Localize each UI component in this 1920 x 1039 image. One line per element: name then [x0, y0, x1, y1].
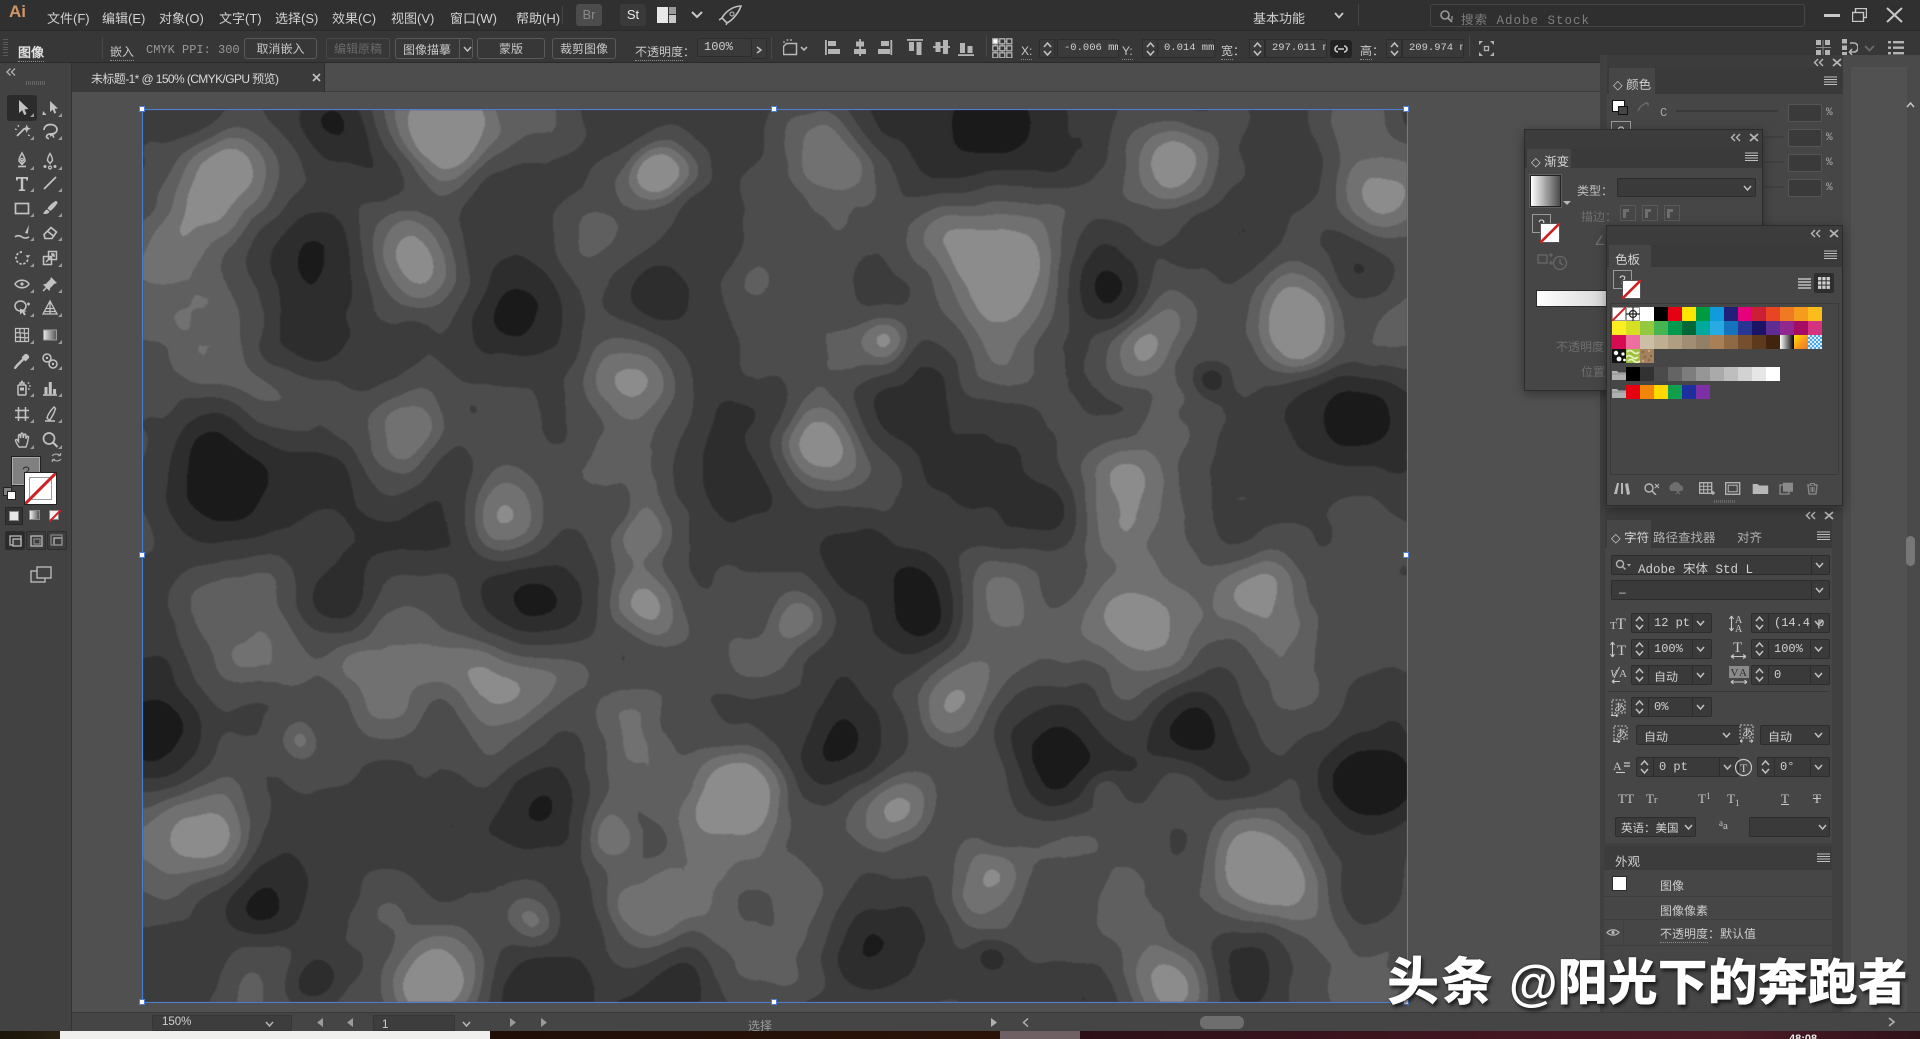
svg-text:A: A: [1739, 667, 1747, 679]
svg-text:A: A: [1619, 668, 1627, 680]
svg-text:A: A: [1613, 759, 1622, 773]
svg-text:あ: あ: [1742, 724, 1753, 740]
svg-text:T: T: [1617, 643, 1626, 659]
svg-text:あ: あ: [1614, 699, 1625, 715]
svg-text:あ: あ: [1616, 725, 1627, 741]
svg-text:V: V: [1610, 668, 1618, 680]
svg-text:T: T: [1616, 616, 1626, 631]
svg-text:T: T: [1740, 761, 1748, 775]
svg-text:A: A: [1735, 624, 1743, 633]
svg-text:V: V: [1731, 667, 1739, 679]
svg-text:T: T: [1733, 640, 1742, 656]
